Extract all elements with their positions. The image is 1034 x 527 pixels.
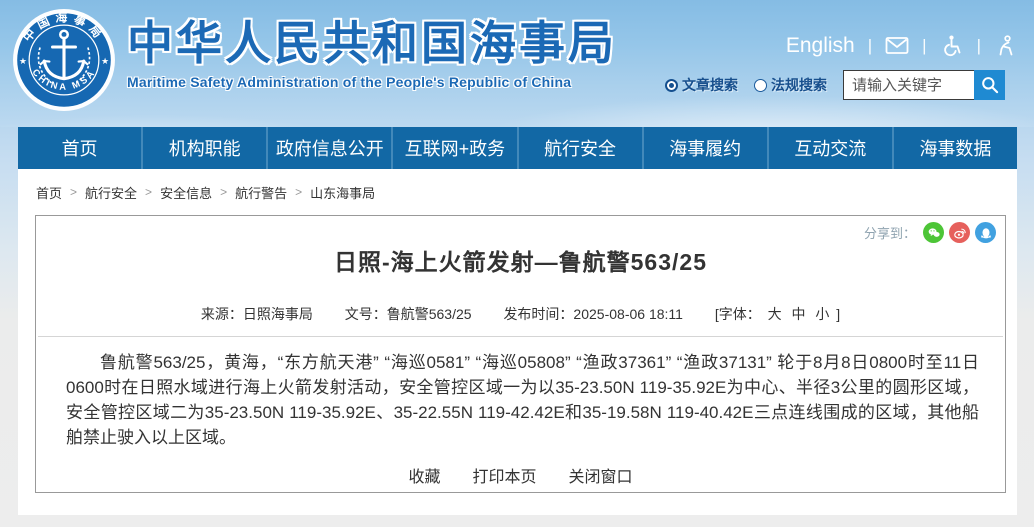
breadcrumb-navigation-safety[interactable]: 航行安全 [85,183,137,202]
wheelchair-accessibility-icon[interactable] [940,34,964,58]
nav-item-navigation-safety[interactable]: 航行安全 [517,127,642,169]
nav-item-gov-info-disclosure[interactable]: 政府信息公开 [266,127,391,169]
qq-share-icon[interactable] [975,222,996,243]
breadcrumb-separator: > [295,185,302,199]
nav-item-internet-gov-services[interactable]: 互联网+政务 [391,127,516,169]
site-titles: 中华人民共和国海事局 Maritime Safety Administratio… [127,18,617,90]
china-msa-logo-icon: 中国海事局 CHINA MSA ★ ★ [12,8,116,112]
svg-text:★: ★ [101,56,109,66]
search-scope-options: 文章搜索 法规搜索 [665,75,827,95]
page: 中国海事局 CHINA MSA ★ ★ 中华人民共和国海 [0,0,1034,527]
search-input[interactable] [843,70,974,100]
radio-article-search[interactable]: 文章搜索 [665,75,738,95]
main-navigation: 首页 机构职能 政府信息公开 互联网+政务 航行安全 海事履约 互动交流 海事数… [18,127,1017,169]
meta-font-size-controls: [字体： 大 中 小 ] [715,306,840,322]
favorite-button[interactable]: 收藏 [408,463,440,487]
english-link[interactable]: English [786,34,855,58]
site-subtitle: Maritime Safety Administration of the Pe… [127,74,617,90]
nav-item-interaction[interactable]: 互动交流 [767,127,892,169]
magnifier-icon [980,75,1000,95]
site-header: 中国海事局 CHINA MSA ★ ★ 中华人民共和国海 [0,0,1034,127]
breadcrumb-separator: > [220,185,227,199]
article-meta: 来源：日照海事局 文号：鲁航警563/25 发布时间：2025-08-06 18… [36,304,1005,324]
top-utility-links: English | | | [786,32,1018,60]
close-window-button[interactable]: 关闭窗口 [569,463,633,487]
font-size-medium-button[interactable]: 中 [792,306,806,322]
elder-mode-icon[interactable] [994,34,1018,58]
font-size-suffix: ] [836,306,840,322]
main-container: 首页 机构职能 政府信息公开 互联网+政务 航行安全 海事履约 互动交流 海事数… [18,127,1017,515]
search-button[interactable] [974,70,1005,100]
nav-item-maritime-data[interactable]: 海事数据 [892,127,1017,169]
weibo-share-icon[interactable] [949,222,970,243]
font-size-prefix: [字体： [715,306,761,322]
wechat-share-icon[interactable] [923,222,944,243]
radio-regulation-search[interactable]: 法规搜索 [754,75,827,95]
search-box [843,70,1005,100]
radio-selected-icon[interactable] [665,79,678,92]
article-content-box: 分享到： [35,215,1006,493]
meta-doc-number: 文号：鲁航警563/25 [345,306,472,322]
svg-text:★: ★ [19,56,27,66]
radio-label: 文章搜索 [682,75,738,95]
breadcrumb-separator: > [145,185,152,199]
search-row: 文章搜索 法规搜索 [665,70,1005,100]
font-size-small-button[interactable]: 小 [815,306,829,322]
site-title: 中华人民共和国海事局 [127,18,617,69]
breadcrumb: 首页 > 航行安全 > 安全信息 > 航行警告 > 山东海事局 [18,169,1017,215]
breadcrumb-navigation-warning[interactable]: 航行警告 [235,183,287,202]
nav-item-home[interactable]: 首页 [18,127,141,169]
divider: | [977,36,981,56]
article-title: 日照-海上火箭发射—鲁航警563/25 [36,243,1005,277]
print-page-button[interactable]: 打印本页 [472,463,536,487]
meta-source: 来源：日照海事局 [201,306,313,322]
nav-item-maritime-compliance[interactable]: 海事履约 [642,127,767,169]
article-body-text: 鲁航警563/25，黄海，“东方航天港” “海巡0581” “海巡05808” … [36,337,1005,450]
breadcrumb-shandong-msa[interactable]: 山东海事局 [310,183,375,202]
divider: | [922,36,926,56]
breadcrumb-separator: > [70,185,77,199]
breadcrumb-home[interactable]: 首页 [36,183,62,202]
divider: | [868,36,872,56]
radio-unselected-icon[interactable] [754,79,767,92]
article-actions: 收藏 打印本页 关闭窗口 [36,463,1005,487]
breadcrumb-safety-info[interactable]: 安全信息 [160,183,212,202]
mail-icon[interactable] [885,34,909,58]
share-label: 分享到： [864,223,916,242]
font-size-large-button[interactable]: 大 [768,306,782,322]
nav-item-functions[interactable]: 机构职能 [141,127,266,169]
share-row: 分享到： [864,222,996,243]
meta-publish-time: 发布时间：2025-08-06 18:11 [503,306,683,322]
radio-label: 法规搜索 [771,75,827,95]
